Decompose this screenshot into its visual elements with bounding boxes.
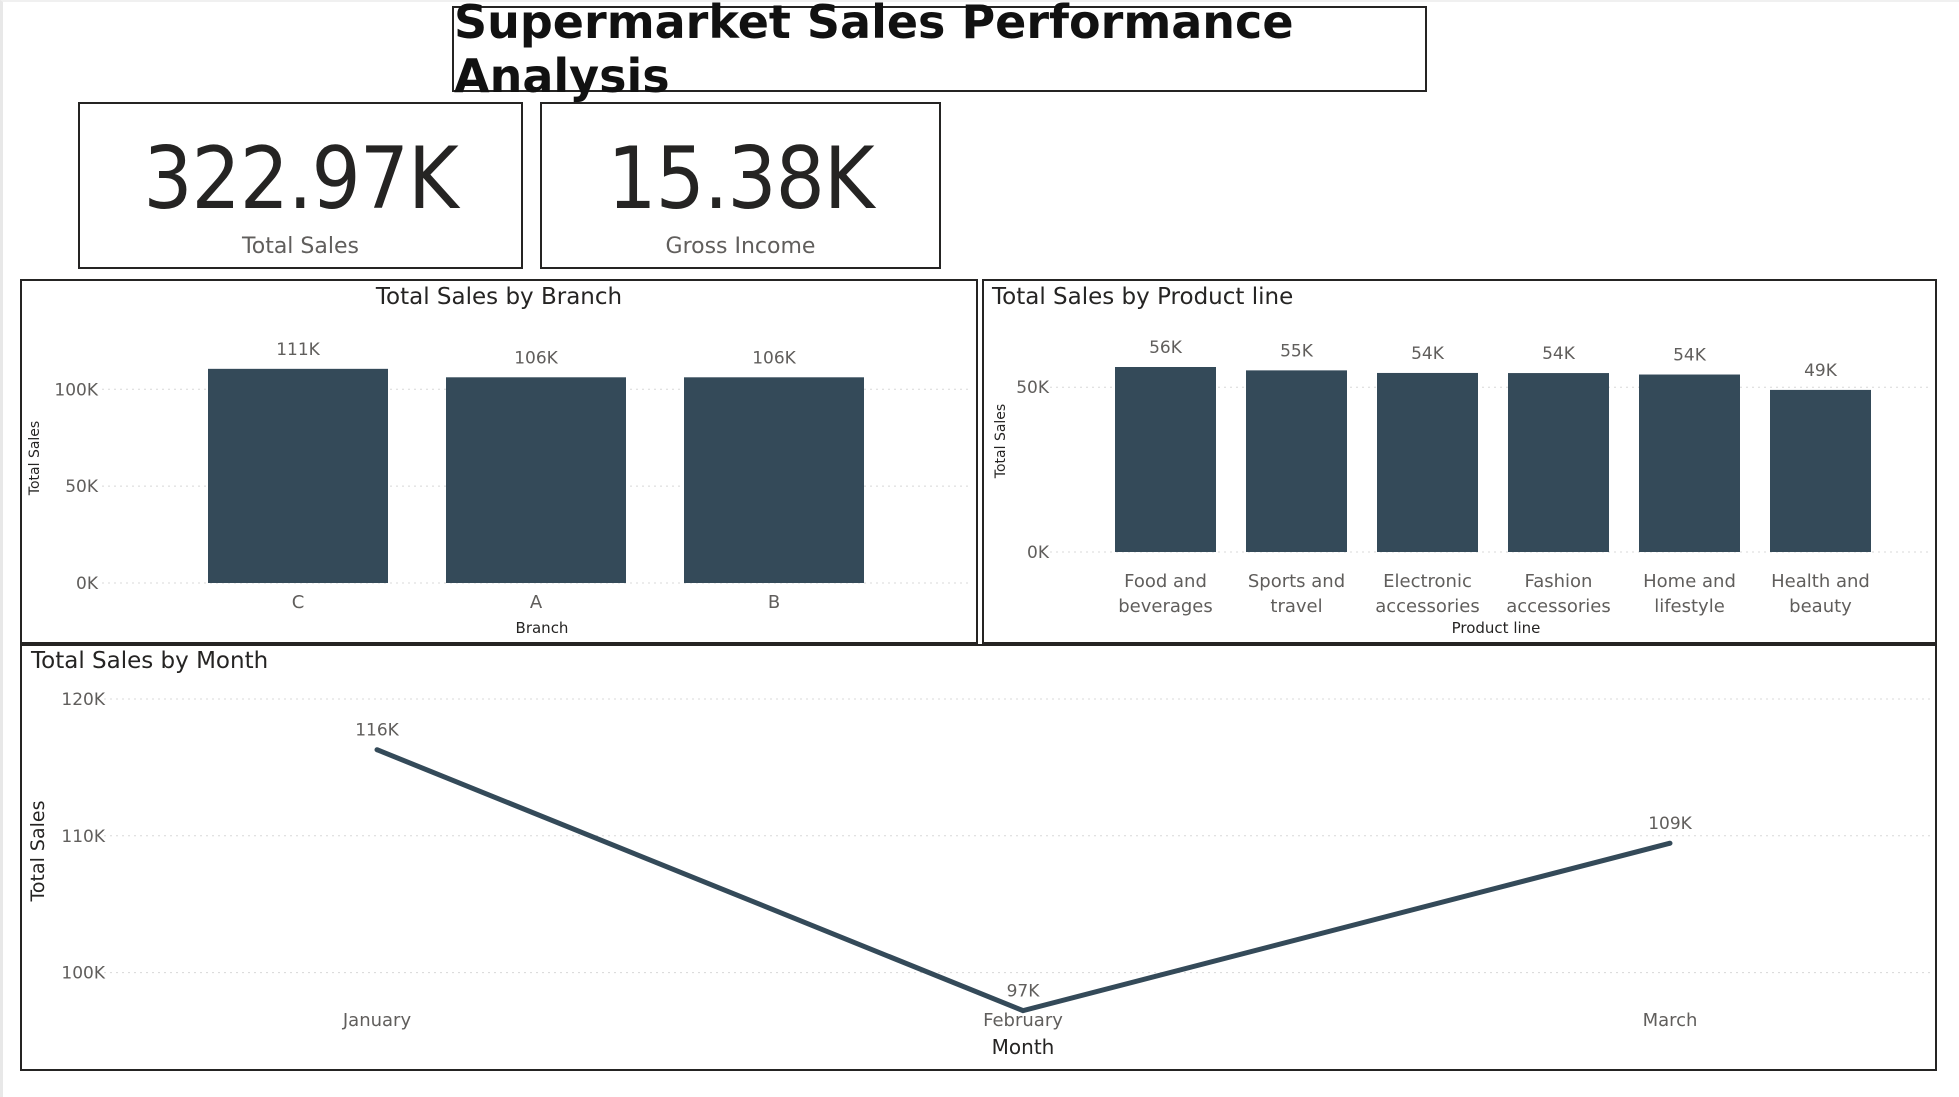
bar	[446, 377, 626, 583]
x-tick-label: Fashion	[1525, 571, 1593, 592]
x-tick-label: accessories	[1506, 596, 1611, 617]
x-tick-label: Health and	[1771, 571, 1870, 592]
bar	[208, 368, 388, 583]
x-tick-label: January	[342, 1010, 412, 1031]
y-axis-title: Total Sales	[27, 801, 49, 903]
x-tick-label: Food and	[1124, 571, 1207, 592]
y-tick-label: 100K	[61, 964, 105, 984]
bar	[1639, 374, 1740, 552]
chart-title: Total Sales by Product line	[992, 284, 1294, 310]
kpi-value: 322.97K	[143, 129, 458, 229]
bar	[1508, 373, 1609, 552]
x-axis-title: Product line	[1452, 619, 1541, 637]
data-label: 106K	[752, 348, 796, 368]
bar	[1246, 370, 1347, 552]
chart-title: Total Sales by Month	[31, 648, 269, 674]
data-label: 54K	[1411, 344, 1445, 364]
y-tick-label: 0K	[76, 574, 99, 594]
x-tick-label: C	[292, 592, 305, 613]
x-tick-label: Electronic	[1383, 571, 1472, 592]
month-chart-panel[interactable]: 100K 110K 120K 116K January 97K February 109K Ma…	[20, 644, 1937, 1071]
data-label: 54K	[1673, 346, 1707, 366]
product-line-bar-chart: 0K 50K 56K Food and beverages 55K Sports and tr…	[993, 338, 1932, 637]
data-label: 49K	[1804, 361, 1838, 381]
x-tick-label: February	[983, 1010, 1063, 1031]
data-label: 97K	[1007, 982, 1041, 1002]
data-label: 55K	[1280, 341, 1314, 361]
y-tick-label: 50K	[65, 477, 99, 497]
data-label: 54K	[1542, 344, 1576, 364]
x-tick-label: B	[768, 592, 780, 613]
kpi-card-total-sales[interactable]: 322.97K Total Sales	[78, 102, 523, 269]
x-axis-title: Branch	[516, 619, 569, 637]
data-label: 116K	[355, 721, 399, 741]
y-tick-label: 100K	[54, 380, 98, 400]
data-point	[374, 747, 380, 753]
series-line	[376, 747, 1671, 1014]
y-tick-label: 120K	[61, 690, 105, 710]
x-tick-label: travel	[1270, 596, 1322, 617]
branch-bar-chart: 0K 50K 100K 111K C 106K A 106K B Branch Total Sale…	[27, 340, 972, 637]
x-axis-title: Month	[992, 1035, 1055, 1059]
product-line-chart-panel[interactable]: 0K 50K 56K Food and beverages 55K Sports and tr…	[982, 279, 1937, 644]
branch-chart-panel[interactable]: 0K 50K 100K 111K C 106K A 106K B Branch Total Sale…	[20, 279, 978, 644]
kpi-label: Gross Income	[665, 234, 816, 259]
data-label: 106K	[514, 348, 558, 368]
x-tick-label: beverages	[1118, 596, 1213, 617]
kpi-label: Total Sales	[242, 234, 359, 259]
data-point	[1667, 840, 1673, 846]
data-label: 111K	[276, 340, 320, 360]
x-tick-label: A	[530, 592, 543, 613]
kpi-value: 15.38K	[607, 129, 874, 229]
data-label: 109K	[1648, 814, 1692, 834]
x-tick-label: March	[1643, 1010, 1698, 1031]
x-tick-label: lifestyle	[1654, 596, 1725, 617]
x-tick-label: beauty	[1789, 596, 1852, 617]
y-tick-label: 110K	[61, 827, 105, 847]
y-tick-label: 50K	[1016, 378, 1050, 398]
x-tick-label: Home and	[1643, 571, 1736, 592]
x-tick-label: accessories	[1375, 596, 1480, 617]
month-line-chart: 100K 110K 120K 116K January 97K February 109K Ma…	[27, 690, 1930, 1059]
bar	[1115, 367, 1216, 552]
dashboard-title: Supermarket Sales Performance Analysis	[452, 0, 1427, 103]
bar	[1770, 389, 1871, 552]
bar	[1377, 372, 1478, 552]
y-tick-label: 0K	[1027, 543, 1050, 563]
y-axis-title: Total Sales	[27, 421, 43, 496]
y-axis-title: Total Sales	[993, 404, 1009, 479]
data-label: 56K	[1149, 338, 1183, 358]
x-tick-label: Sports and	[1248, 571, 1345, 592]
chart-title: Total Sales by Branch	[375, 284, 623, 310]
kpi-card-gross-income[interactable]: 15.38K Gross Income	[540, 102, 941, 269]
bar	[684, 377, 864, 583]
